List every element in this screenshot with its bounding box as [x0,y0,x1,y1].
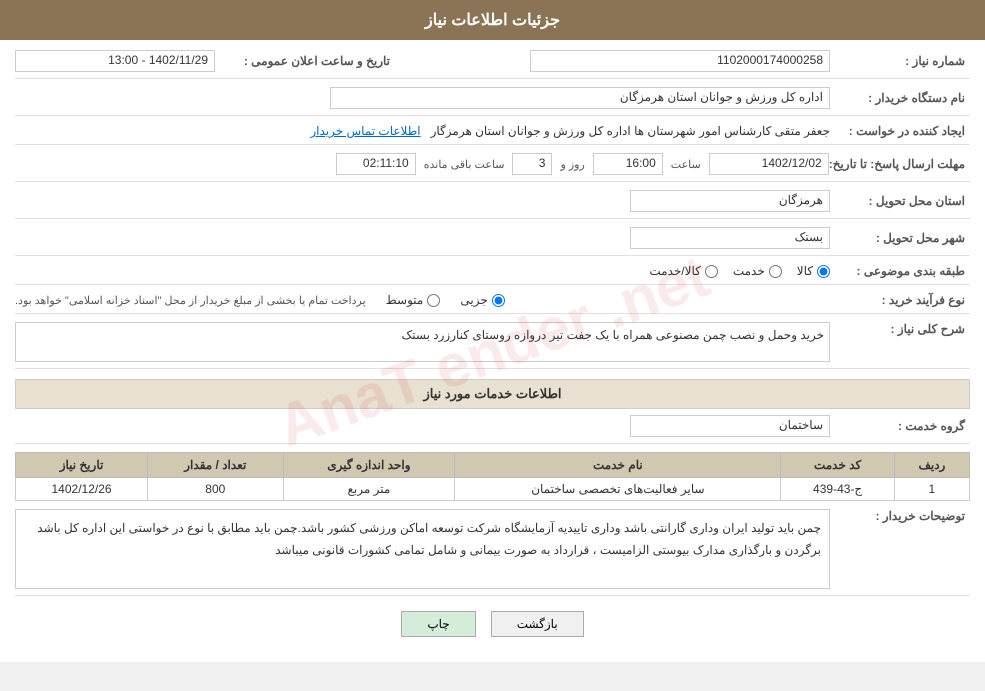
process-motovaset-label: متوسط [386,293,424,307]
page-title: جزئیات اطلاعات نیاز [425,12,560,29]
need-number-row: شماره نیاز : 1102000174000258 تاریخ و سا… [15,50,970,79]
category-kala-option[interactable]: کالا [797,264,830,278]
col-name: نام خدمت [455,453,781,478]
category-kala-label: کالا [797,264,813,278]
need-number-value: 1102000174000258 [530,50,830,72]
city-value: بستک [630,227,830,249]
category-khedmat-label: خدمت [733,264,765,278]
table-row: 1ج-43-439سایر فعالیت‌های تخصصی ساختمانمت… [16,478,970,501]
table-cell-date: 1402/12/26 [16,478,148,501]
table-cell-name: سایر فعالیت‌های تخصصی ساختمان [455,478,781,501]
category-kala-khedmat-radio[interactable] [705,265,718,278]
buyer-notes-row: توضیحات خریدار : چمن باید تولید ایران ود… [15,509,970,596]
col-code: کد خدمت [781,453,894,478]
province-row: استان محل تحویل : هرمزگان [15,190,970,219]
col-quantity: تعداد / مقدار [148,453,283,478]
category-kala-khedmat-option[interactable]: کالا/خدمت [649,264,717,278]
send-deadline-row: مهلت ارسال پاسخ: تا تاریخ: 1402/12/02 سا… [15,153,970,182]
contact-link[interactable]: اطلاعات تماس خریدار [310,124,420,138]
need-summary-label: شرح کلی نیاز : [830,322,970,336]
table-cell-code: ج-43-439 [781,478,894,501]
send-deadline-label: مهلت ارسال پاسخ: تا تاریخ: [829,157,970,171]
need-number-label: شماره نیاز : [830,54,970,68]
date-value: 1402/12/02 [709,153,829,175]
process-motovaset-radio[interactable] [427,294,440,307]
process-label: نوع فرآیند خرید : [830,293,970,307]
service-group-label: گروه خدمت : [830,419,970,433]
services-table-section: ردیف کد خدمت نام خدمت واحد اندازه گیری ت… [15,452,970,501]
buyer-org-row: نام دستگاه خریدار : اداره کل ورزش و جوان… [15,87,970,116]
col-row: ردیف [894,453,969,478]
province-label: استان محل تحویل : [830,194,970,208]
category-label: طبقه بندی موضوعی : [830,264,970,278]
province-value: هرمزگان [630,190,830,212]
day-value: 3 [512,153,552,175]
table-cell-quantity: 800 [148,478,283,501]
need-summary-value: خرید وحمل و نصب چمن مصنوعی همراه با یک ج… [15,322,830,362]
service-group-row: گروه خدمت : ساختمان [15,415,970,444]
service-group-value: ساختمان [630,415,830,437]
category-kala-radio[interactable] [817,265,830,278]
buyer-org-value: اداره کل ورزش و جوانان استان هرمزگان [330,87,830,109]
remaining-value: 02:11:10 [336,153,416,175]
col-unit: واحد اندازه گیری [283,453,455,478]
city-label: شهر محل تحویل : [830,231,970,245]
process-row: نوع فرآیند خرید : پرداخت تمام یا بخشی از… [15,293,970,314]
time-value: 16:00 [593,153,663,175]
page-header: جزئیات اطلاعات نیاز [0,0,985,40]
col-date: تاریخ نیاز [16,453,148,478]
buyer-notes-label: توضیحات خریدار : [830,509,970,523]
remaining-label: ساعت باقی مانده [424,158,505,171]
process-description: پرداخت تمام یا بخشی از مبلغ خریدار از مح… [15,294,366,307]
category-row: طبقه بندی موضوعی : کالا/خدمت خدمت کالا [15,264,970,285]
creator-label: ایجاد کننده در خواست : [830,124,970,138]
buyer-notes-value: چمن باید تولید ایران وداری گارانتی باشد … [15,509,830,589]
public-datetime-label: تاریخ و ساعت اعلان عمومی : [215,54,395,68]
need-summary-row: شرح کلی نیاز : خرید وحمل و نصب چمن مصنوع… [15,322,970,369]
print-button[interactable]: چاپ [401,611,475,637]
process-jozei-label: جزیی [460,293,487,307]
category-khedmat-radio[interactable] [769,265,782,278]
back-button[interactable]: بازگشت [491,611,584,637]
table-cell-unit: متر مربع [283,478,455,501]
creator-value: جعفر متقی کارشناس امور شهرستان ها اداره … [431,124,830,138]
time-label: ساعت [671,158,701,171]
category-khedmat-option[interactable]: خدمت [733,264,782,278]
city-row: شهر محل تحویل : بستک [15,227,970,256]
process-jozei-option[interactable]: جزیی [460,293,504,307]
table-cell-row: 1 [894,478,969,501]
day-label: روز و [560,158,584,171]
creator-row: ایجاد کننده در خواست : جعفر متقی کارشناس… [15,124,970,145]
category-kala-khedmat-label: کالا/خدمت [649,264,700,278]
buyer-org-label: نام دستگاه خریدار : [830,91,970,105]
services-table: ردیف کد خدمت نام خدمت واحد اندازه گیری ت… [15,452,970,501]
services-section-header: اطلاعات خدمات مورد نیاز [15,379,970,409]
process-jozei-radio[interactable] [492,294,505,307]
public-datetime-value: 1402/11/29 - 13:00 [15,50,215,72]
button-row: بازگشت چاپ [15,611,970,637]
process-motovaset-option[interactable]: متوسط [386,293,441,307]
